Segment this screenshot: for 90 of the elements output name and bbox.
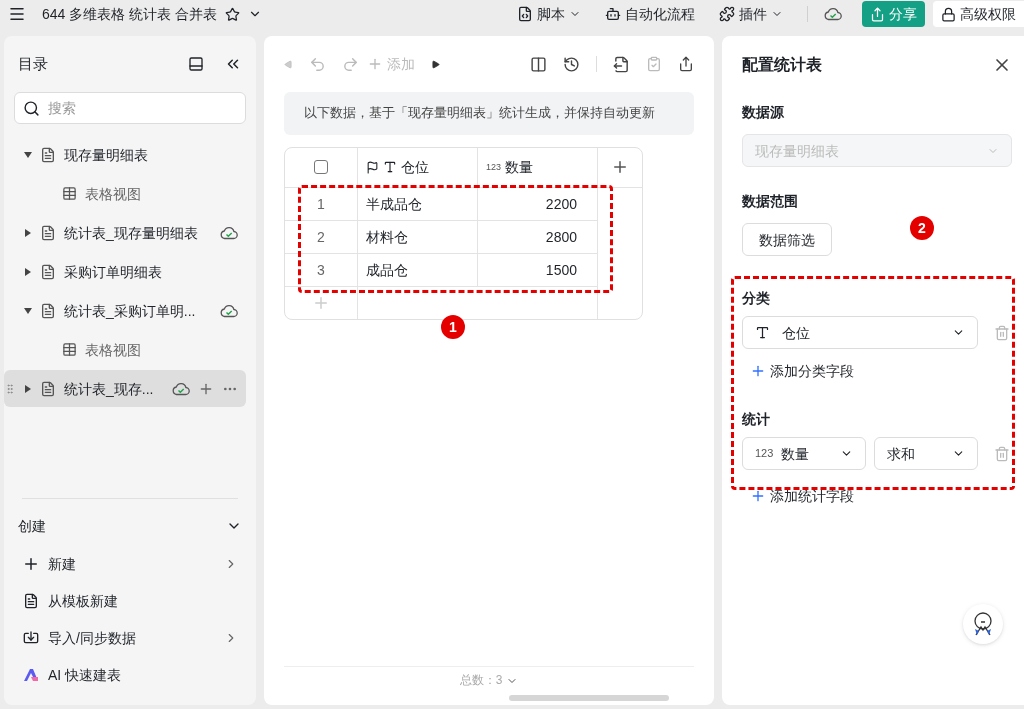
menu-icon[interactable] [8,5,26,23]
tree-item[interactable]: 统计表_现存... [4,370,246,407]
toolbar-menu[interactable]: 插件 [711,4,791,24]
caret-right-icon[interactable] [24,384,32,393]
star-icon[interactable] [225,6,241,22]
export-icon[interactable] [613,55,630,73]
row-number: 3 [285,253,358,287]
robot-icon [605,6,621,22]
number-type-label: 123 [486,160,502,174]
cloud-check-icon [220,303,238,318]
table-cell: 成品仓 [358,253,478,287]
plus-icon [367,56,383,72]
cloud-check-icon [824,7,842,21]
tree-item[interactable]: 采购订单明细表 [4,253,246,290]
clipboard-icon[interactable] [646,56,662,72]
permissions-button[interactable]: 高级权限 [933,1,1024,27]
puzzle-icon [719,6,735,22]
field-label: 统计 [742,410,771,429]
caret-down-icon[interactable] [24,306,32,315]
grid-icon [62,186,77,201]
grid-icon [62,342,77,357]
field-label: 数据范围 [742,192,799,211]
tree-item[interactable]: 统计表_采购订单明... [4,292,246,329]
table-cell: 2800 [478,220,598,254]
create-menu-item[interactable]: 导入/同步数据 [14,619,246,656]
share-icon[interactable] [678,56,694,72]
add-group-field-button[interactable]: 添加分类字段 [750,361,854,381]
scrollbar[interactable] [509,695,669,701]
history-icon[interactable] [563,55,580,73]
info-banner: 以下数据，基于「现存量明细表」统计生成，并保持自动更新 [284,92,694,135]
annotation-badge: 1 [441,314,465,339]
share-icon [870,6,885,22]
table-cell: 半成品仓 [358,187,478,221]
tree-item-label: 统计表_现存量明细表 [64,223,198,243]
document-title: 644 多维表格 统计表 合并表 [42,5,218,24]
drag-handle-icon[interactable] [4,382,16,395]
forward-icon[interactable] [431,59,440,69]
tree-item[interactable]: 现存量明细表 [4,136,246,173]
create-menu-item[interactable]: 从模板新建 [14,582,246,619]
tree-item-label: 采购订单明细表 [64,262,162,282]
tree-item-label: 统计表_采购订单明... [64,301,196,321]
caret-right-icon[interactable] [24,228,32,237]
caret-down-icon[interactable] [24,150,32,159]
toolbar-menu[interactable]: 自动化流程 [597,4,703,24]
script-icon [517,6,533,22]
flag-icon [366,160,379,174]
panel-title: 配置统计表 [742,54,823,75]
ai-logo-icon [23,667,39,682]
table-cell: 1500 [478,253,598,287]
import-icon [23,629,39,646]
tree-item-label: 现存量明细表 [64,145,148,165]
search-field[interactable]: 搜索 [14,92,246,124]
column-header[interactable]: 123 数量 [478,147,598,187]
tree-subitem[interactable]: 表格视图 [14,331,246,368]
field-label: 分类 [742,289,771,308]
cloud-check-icon [220,225,238,240]
sidebar-title: 目录 [18,54,49,75]
table-cell: 材料仓 [358,220,478,254]
column-header[interactable]: 仓位 [358,147,478,187]
record-count: 总数：3 [459,672,503,690]
section-title: 创建 [18,517,47,536]
filter-button[interactable]: 数据筛选 [742,223,832,256]
field-label: 数据源 [742,103,785,122]
table-cell: 2200 [478,187,598,221]
text-field-icon [383,160,397,175]
fields-icon[interactable] [530,55,547,73]
search-icon [23,99,40,117]
cloud-check-icon [172,381,190,396]
document-icon [23,592,39,609]
tree-item[interactable]: 统计表_现存量明细表 [4,214,246,251]
aggregation-dropdown[interactable]: 求和 [874,437,978,470]
plus-icon [750,363,766,379]
create-menu-item[interactable]: 新建 [14,545,246,582]
select-all-checkbox[interactable] [314,160,328,175]
add-stat-field-button[interactable]: 添加统计字段 [750,486,854,506]
group-field-dropdown[interactable]: 仓位 [742,316,978,349]
caret-right-icon[interactable] [24,267,32,276]
panel-icon[interactable] [188,56,204,72]
tree-item-label: 统计表_现存... [64,379,154,399]
toolbar-menu[interactable]: 脚本 [509,4,589,24]
text-field-icon [755,325,770,340]
row-number: 1 [285,187,358,221]
stat-field-dropdown[interactable]: 123 数量 [742,437,866,470]
lock-icon [941,6,956,22]
plus-icon [750,488,766,504]
create-menu-item[interactable]: AI 快速建表 [14,656,246,693]
search-input[interactable]: 搜索 [48,98,237,118]
tree-subitem[interactable]: 表格视图 [14,175,246,212]
row-number: 2 [285,220,358,254]
annotation-badge: 2 [910,215,934,240]
